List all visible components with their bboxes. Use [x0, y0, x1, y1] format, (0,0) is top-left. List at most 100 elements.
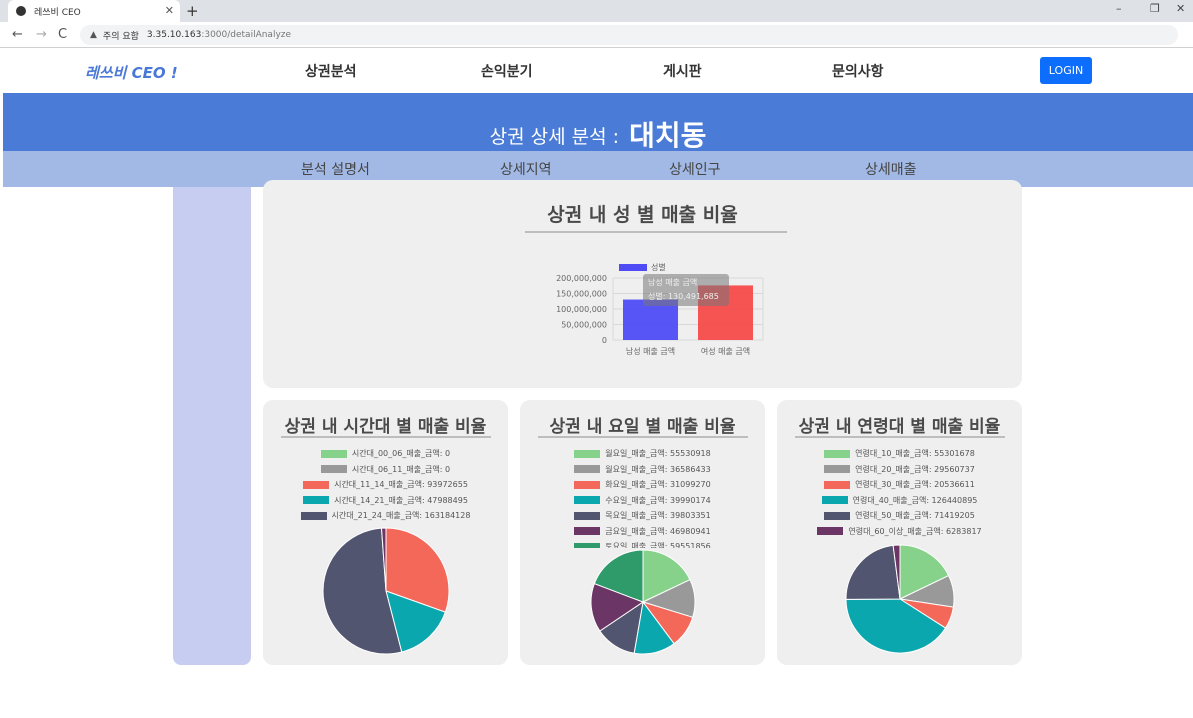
legend-item[interactable]: 시간대_21_24_매출_금액: 163184128	[263, 510, 508, 521]
legend-label: 연령대_60_이상_매출_금액: 6283817	[848, 526, 982, 536]
legend-swatch	[303, 496, 330, 504]
y-tick-label: 200,000,000	[556, 274, 607, 283]
logo[interactable]: 레쓰비 CEO !	[85, 62, 178, 83]
legend-label: 토요일_매출_금액: 59551856	[605, 542, 711, 548]
legend-swatch	[821, 496, 848, 504]
legend-swatch	[619, 264, 647, 271]
browser-tab[interactable]: 레쓰비 CEO ✕	[8, 0, 180, 22]
legend-label: 목요일_매출_금액: 39803351	[605, 511, 711, 520]
subnav-guide[interactable]: 분석 설명서	[301, 159, 370, 179]
banner-label: 상권 상세 분석 :	[489, 126, 620, 148]
legend-label: 월요일_매출_금액: 36586433	[605, 464, 711, 474]
tooltip-title: 남성 매출 금액	[648, 277, 697, 287]
y-tick-label: 0	[602, 336, 607, 345]
subnav-population[interactable]: 상세인구	[669, 159, 721, 179]
new-tab-button[interactable]: +	[186, 2, 199, 20]
legend-label: 시간대_11_14_매출_금액: 93972655	[334, 480, 468, 489]
banner-title: 상권 상세 분석 : 대치동	[3, 112, 1193, 152]
legend-item[interactable]: 시간대_14_21_매출_금액: 47988495	[263, 495, 508, 506]
legend-swatch	[824, 480, 851, 489]
gender-sales-panel: 상권 내 성 별 매출 비율 성별 200,000,000 150,000,000 1…	[263, 180, 1022, 388]
legend-item[interactable]: 월요일_매출_금액: 55530918	[520, 448, 765, 459]
area-name: 대치동	[629, 119, 707, 152]
legend-swatch	[574, 496, 601, 504]
security-warning: 주의 요함	[102, 31, 139, 42]
url-bar[interactable]: ▲ 주의 요함 3.35.10.163 :3000/detailAnalyze	[80, 25, 1178, 45]
y-tick-label: 50,000,000	[561, 321, 607, 330]
legend-swatch	[817, 527, 844, 535]
time-sales-panel: 상권 내 시간대 별 매출 비율 시간대_00_06_매출_금액: 0 시간대_0…	[263, 400, 508, 665]
subnav-region[interactable]: 상세지역	[500, 159, 552, 179]
pie-slice[interactable]	[845, 544, 901, 600]
minimize-button[interactable]: –	[1116, 2, 1122, 15]
legend-swatch	[824, 511, 851, 520]
subnav-sales[interactable]: 상세매출	[865, 159, 917, 179]
title-underline	[281, 436, 491, 438]
legend-item[interactable]: 연령대_20_매출_금액: 29560737	[777, 464, 1022, 475]
url-path: :3000/detailAnalyze	[201, 30, 292, 40]
tab-close-icon[interactable]: ✕	[165, 4, 174, 17]
legend-item[interactable]: 시간대_00_06_매출_금액: 0	[263, 448, 508, 459]
legend-item[interactable]: 연령대_50_매출_금액: 71419205	[777, 510, 1022, 521]
age-panel-title: 상권 내 연령대 별 매출 비율	[798, 417, 1001, 437]
menu-inquiry[interactable]: 문의사항	[832, 61, 884, 81]
legend-label: 화요일_매출_금액: 31099270	[605, 480, 711, 489]
warning-icon: ▲	[90, 30, 97, 40]
gender-panel-title: 상권 내 성 별 매출 비율	[547, 204, 738, 226]
x-tick-label: 여성 매출 금액	[701, 346, 750, 356]
menu-market-analysis[interactable]: 상권분석	[305, 61, 357, 81]
legend-item[interactable]: 시간대_06_11_매출_금액: 0	[263, 464, 508, 475]
legend-label: 시간대_00_06_매출_금액: 0	[351, 449, 451, 458]
legend-label: 연령대_30_매출_금액: 20536611	[855, 480, 975, 489]
time-pie-chart	[322, 527, 450, 655]
legend-swatch	[574, 480, 601, 489]
url-host: 3.35.10.163	[146, 30, 202, 40]
restore-button[interactable]: ❐	[1150, 2, 1160, 15]
weekday-legend: 월요일_매출_금액: 55530918 월요일_매출_금액: 36586433 화요…	[520, 400, 765, 548]
legend-label: 시간대_14_21_매출_금액: 47988495	[334, 495, 468, 505]
legend-label: 시간대_21_24_매출_금액: 163184128	[331, 511, 471, 520]
legend-item[interactable]: 수요일_매출_금액: 39990174	[520, 495, 765, 506]
legend-swatch	[824, 465, 851, 473]
weekday-pie-chart	[590, 549, 696, 655]
tab-title: 레쓰비 CEO	[34, 7, 81, 18]
forward-button[interactable]: →	[36, 27, 47, 42]
y-tick-label: 150,000,000	[556, 290, 607, 299]
title-underline	[525, 231, 787, 233]
legend-swatch	[320, 465, 347, 473]
back-button[interactable]: ←	[12, 27, 23, 42]
weekday-sales-panel: 상권 내 요일 별 매출 비율 월요일_매출_금액: 55530918 월요일_매…	[520, 400, 765, 665]
title-underline	[795, 436, 1005, 438]
legend-label: 시간대_06_11_매출_금액: 0	[351, 464, 451, 474]
site-header: 레쓰비 CEO ! 상권분석 손익분기 게시판 문의사항 LOGIN	[3, 48, 1193, 93]
menu-break-even[interactable]: 손익분기	[481, 61, 533, 81]
legend-swatch	[320, 449, 347, 458]
legend-label: 월요일_매출_금액: 55530918	[605, 449, 711, 458]
tooltip-value: 성별: 130,491,685	[648, 291, 719, 301]
globe-icon	[16, 6, 26, 16]
legend-swatch	[574, 527, 601, 535]
legend-item[interactable]: 연령대_10_매출_금액: 55301678	[777, 448, 1022, 459]
menu-board[interactable]: 게시판	[663, 61, 702, 81]
legend-item[interactable]: 연령대_40_매출_금액: 126440895	[777, 495, 1022, 506]
legend-swatch	[574, 465, 601, 473]
address-bar-row: ← → C ▲ 주의 요함 3.35.10.163 :3000/detailAn…	[0, 22, 1193, 48]
legend-label: 연령대_40_매출_금액: 126440895	[852, 495, 978, 505]
login-button[interactable]: LOGIN	[1040, 57, 1092, 84]
legend-item[interactable]: 금요일_매출_금액: 46980941	[520, 526, 765, 537]
gender-bar-chart: 성별 200,000,000 150,000,000 100,000,000 50,00…	[556, 262, 764, 356]
age-pie-chart	[845, 544, 955, 654]
legend-label: 성별	[651, 262, 666, 272]
legend-item[interactable]: 연령대_60_이상_매출_금액: 6283817	[777, 526, 1022, 537]
legend-item[interactable]: 토요일_매출_금액: 59551856	[520, 541, 765, 548]
legend-swatch	[303, 480, 330, 489]
legend-item[interactable]: 화요일_매출_금액: 31099270	[520, 479, 765, 490]
window-close-button[interactable]: ✕	[1176, 2, 1185, 15]
legend-item[interactable]: 시간대_11_14_매출_금액: 93972655	[263, 479, 508, 490]
legend-item[interactable]: 목요일_매출_금액: 39803351	[520, 510, 765, 521]
legend-label: 수요일_매출_금액: 39990174	[605, 495, 711, 505]
legend-item[interactable]: 월요일_매출_금액: 36586433	[520, 464, 765, 475]
browser-tab-strip: 레쓰비 CEO ✕ + – ❐ ✕	[0, 0, 1193, 22]
reload-button[interactable]: C	[58, 27, 67, 42]
legend-item[interactable]: 연령대_30_매출_금액: 20536611	[777, 479, 1022, 490]
